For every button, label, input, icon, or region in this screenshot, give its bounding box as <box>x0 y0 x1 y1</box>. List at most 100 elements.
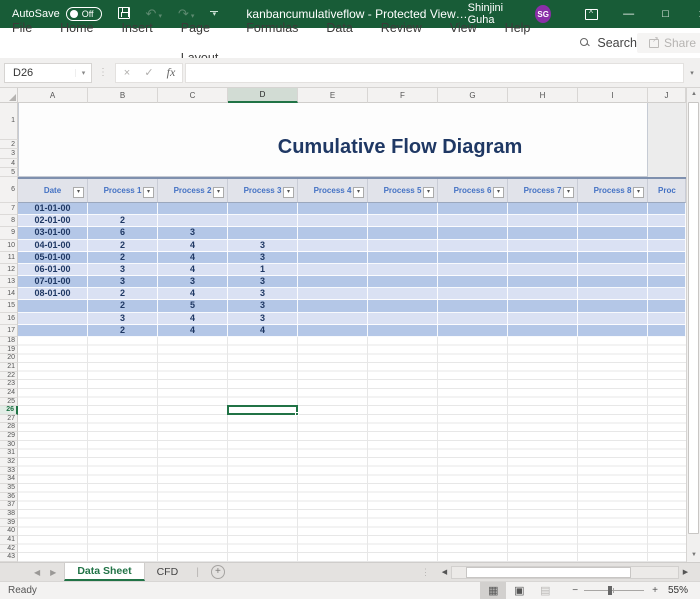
value-cell[interactable]: 3 <box>228 300 298 312</box>
value-cell[interactable]: 4 <box>158 325 228 337</box>
value-cell[interactable]: 4 <box>158 288 228 300</box>
row-header-43[interactable]: 43 <box>0 553 18 562</box>
value-cell[interactable] <box>368 300 438 312</box>
tabbar-resize-handle[interactable]: ⋮ <box>421 567 430 578</box>
filter-dropdown-icon[interactable]: ▾ <box>213 187 224 198</box>
value-cell[interactable] <box>438 276 508 288</box>
column-header-H[interactable]: H <box>508 88 578 103</box>
value-cell[interactable] <box>368 203 438 215</box>
value-cell[interactable] <box>648 240 686 252</box>
value-cell[interactable]: 2 <box>88 252 158 264</box>
value-cell[interactable]: 3 <box>88 313 158 325</box>
value-cell[interactable] <box>508 252 578 264</box>
column-header-F[interactable]: F <box>368 88 438 103</box>
value-cell[interactable]: 3 <box>228 276 298 288</box>
value-cell[interactable] <box>648 300 686 312</box>
value-cell[interactable] <box>298 203 368 215</box>
date-cell[interactable]: 04-01-00 <box>18 240 88 252</box>
row-header-9[interactable]: 9 <box>0 227 18 239</box>
zoom-level[interactable]: 55% <box>668 585 688 596</box>
name-box-dropdown-icon[interactable]: ▾ <box>75 69 91 77</box>
value-cell[interactable] <box>648 215 686 227</box>
value-cell[interactable] <box>298 313 368 325</box>
scroll-left-icon[interactable]: ◀ <box>438 568 451 576</box>
zoom-out-button[interactable]: − <box>572 585 578 596</box>
filter-dropdown-icon[interactable]: ▾ <box>423 187 434 198</box>
value-cell[interactable] <box>298 215 368 227</box>
value-cell[interactable] <box>648 252 686 264</box>
column-header-E[interactable]: E <box>298 88 368 103</box>
value-cell[interactable] <box>298 300 368 312</box>
value-cell[interactable] <box>578 313 648 325</box>
value-cell[interactable]: 2 <box>88 300 158 312</box>
unused-cells-region[interactable] <box>648 103 686 177</box>
value-cell[interactable] <box>438 240 508 252</box>
row-header-26[interactable]: 26 <box>0 406 18 415</box>
value-cell[interactable]: 2 <box>88 288 158 300</box>
value-cell[interactable] <box>298 276 368 288</box>
value-cell[interactable]: 2 <box>88 240 158 252</box>
column-header-A[interactable]: A <box>18 88 88 103</box>
share-button[interactable]: Share <box>637 33 700 53</box>
scroll-down-icon[interactable]: ▼ <box>687 549 700 562</box>
row-header-1[interactable]: 1 <box>0 103 18 140</box>
search-box[interactable]: Search <box>580 36 637 50</box>
row-header-38[interactable]: 38 <box>0 510 18 519</box>
normal-view-button[interactable]: ▦ <box>480 582 506 599</box>
value-cell[interactable] <box>578 227 648 239</box>
value-cell[interactable] <box>438 264 508 276</box>
value-cell[interactable]: 4 <box>158 240 228 252</box>
value-cell[interactable] <box>648 276 686 288</box>
row-header-12[interactable]: 12 <box>0 264 18 276</box>
value-cell[interactable] <box>648 313 686 325</box>
row-header-25[interactable]: 25 <box>0 398 18 407</box>
name-box[interactable]: D26 ▾ <box>4 63 92 83</box>
formula-input[interactable] <box>185 63 684 83</box>
value-cell[interactable] <box>508 325 578 337</box>
value-cell[interactable] <box>438 252 508 264</box>
sheet-tab-data-sheet[interactable]: Data Sheet <box>64 563 144 581</box>
value-cell[interactable] <box>438 300 508 312</box>
row-header-8[interactable]: 8 <box>0 215 18 227</box>
enter-button[interactable]: ✓ <box>138 66 160 79</box>
value-cell[interactable]: 3 <box>228 252 298 264</box>
sheet-tab-cfd[interactable]: CFD <box>145 563 191 581</box>
value-cell[interactable]: 4 <box>158 313 228 325</box>
value-cell[interactable] <box>508 300 578 312</box>
value-cell[interactable] <box>228 227 298 239</box>
date-cell[interactable]: 05-01-00 <box>18 252 88 264</box>
select-all-button[interactable] <box>0 88 18 103</box>
value-cell[interactable] <box>88 203 158 215</box>
zoom-in-button[interactable]: + <box>652 585 658 596</box>
value-cell[interactable]: 3 <box>88 264 158 276</box>
row-header-18[interactable]: 18 <box>0 337 18 346</box>
date-cell[interactable]: 07-01-00 <box>18 276 88 288</box>
value-cell[interactable] <box>578 240 648 252</box>
value-cell[interactable] <box>368 227 438 239</box>
value-cell[interactable] <box>228 203 298 215</box>
value-cell[interactable] <box>298 227 368 239</box>
column-header-D[interactable]: D <box>228 88 298 103</box>
value-cell[interactable] <box>298 240 368 252</box>
row-header-33[interactable]: 33 <box>0 467 18 476</box>
zoom-slider[interactable] <box>584 590 644 591</box>
row-header-5[interactable]: 5 <box>0 168 18 177</box>
row-header-35[interactable]: 35 <box>0 484 18 493</box>
row-header-30[interactable]: 30 <box>0 441 18 450</box>
row-header-3[interactable]: 3 <box>0 149 18 158</box>
row-header-19[interactable]: 19 <box>0 346 18 355</box>
row-header-4[interactable]: 4 <box>0 159 18 168</box>
column-header-C[interactable]: C <box>158 88 228 103</box>
zoom-slider-thumb[interactable] <box>608 586 612 595</box>
value-cell[interactable] <box>158 203 228 215</box>
new-sheet-button[interactable]: + <box>211 565 225 579</box>
value-cell[interactable]: 2 <box>88 215 158 227</box>
value-cell[interactable]: 4 <box>228 325 298 337</box>
date-cell[interactable]: 08-01-00 <box>18 288 88 300</box>
column-header-I[interactable]: I <box>578 88 648 103</box>
value-cell[interactable] <box>578 300 648 312</box>
value-cell[interactable] <box>578 276 648 288</box>
row-header-32[interactable]: 32 <box>0 458 18 467</box>
maximize-button[interactable]: □ <box>647 0 684 28</box>
row-header-21[interactable]: 21 <box>0 363 18 372</box>
